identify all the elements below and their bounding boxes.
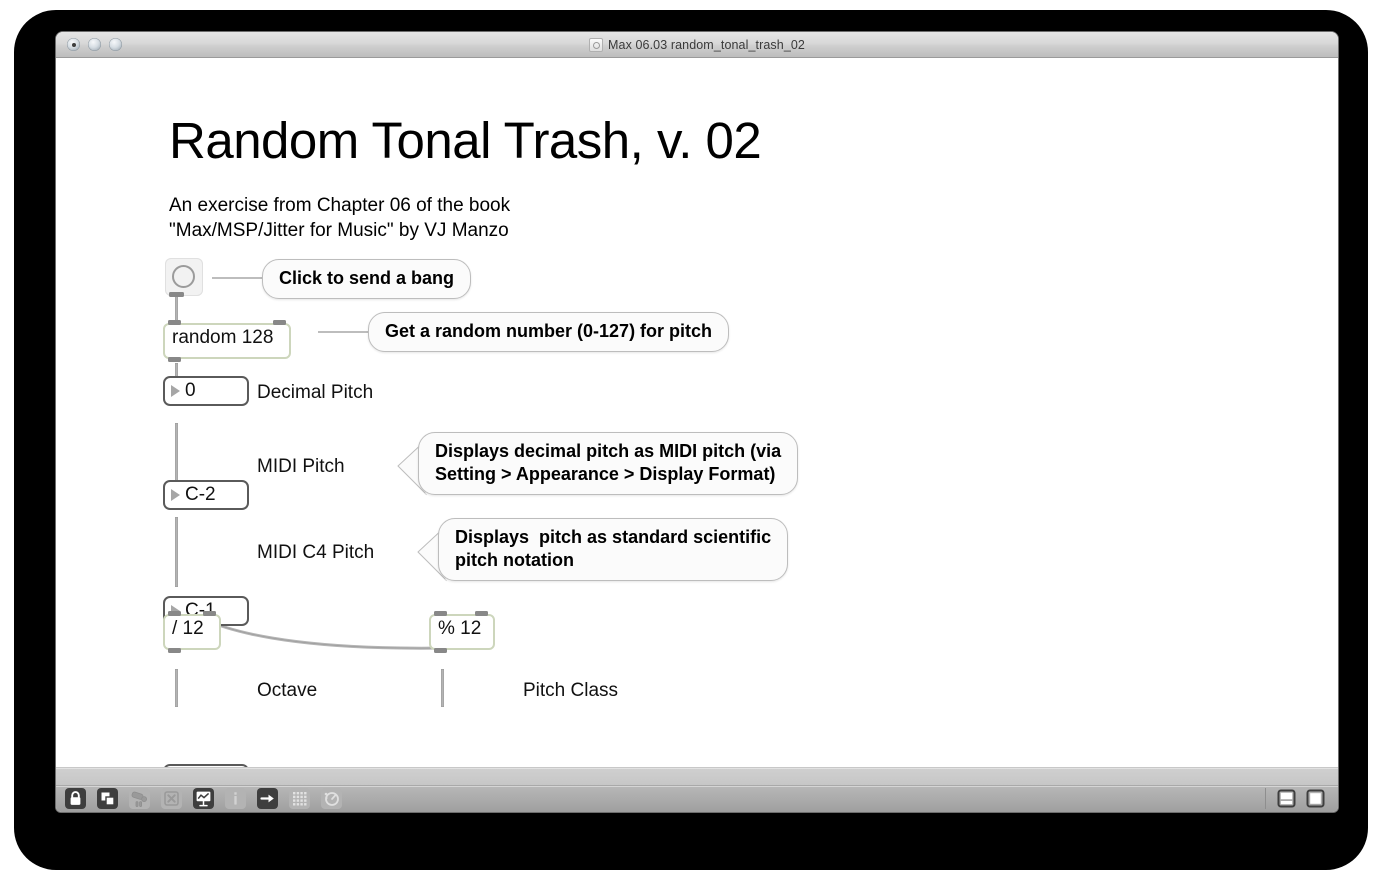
pitch-class-label: Pitch Class	[523, 680, 619, 701]
bang-comment: Click to send a bang	[262, 259, 472, 299]
cord-midi-to-c4	[175, 517, 178, 587]
random-inlet-left	[168, 320, 181, 325]
document-icon	[589, 37, 603, 52]
grid-icon[interactable]	[289, 788, 310, 809]
inlet-icon[interactable]	[257, 788, 278, 809]
random-outlet	[168, 357, 181, 362]
bang-outlet	[169, 292, 184, 297]
divide-inlet-left	[168, 611, 181, 616]
signal-scope-icon[interactable]	[193, 788, 214, 809]
window-title: Max 06.03 random_tonal_trash_02	[608, 37, 805, 52]
close-button[interactable]	[67, 38, 80, 51]
decimal-pitch-value: 0	[185, 380, 196, 401]
debug-icon[interactable]	[321, 788, 342, 809]
split-view-icon[interactable]	[1276, 788, 1297, 809]
midi-pitch-value: C-2	[185, 484, 216, 505]
c4-comment: Displays pitch as standard scientific pi…	[438, 518, 789, 581]
info-icon[interactable]	[225, 788, 246, 809]
midi-pitch-numberbox[interactable]: C-2	[163, 480, 249, 510]
midi-c4-pitch-label: MIDI C4 Pitch	[257, 542, 375, 563]
window-titlebar: Max 06.03 random_tonal_trash_02	[56, 32, 1338, 58]
divide-outlet	[168, 648, 181, 653]
toolbar-right-group	[1265, 788, 1326, 809]
presentation-icon[interactable]	[97, 788, 118, 809]
random-object[interactable]: random 128	[163, 323, 291, 359]
zoom-button[interactable]	[109, 38, 122, 51]
modulo-object[interactable]: % 12	[429, 614, 495, 650]
page-title: Random Tonal Trash, v. 02	[169, 112, 762, 169]
midi-comment: Displays decimal pitch as MIDI pitch (vi…	[418, 432, 799, 495]
cord-modulo-to-pitchclass	[441, 669, 444, 707]
decimal-pitch-label: Decimal Pitch	[257, 382, 374, 403]
lock-icon[interactable]	[65, 788, 86, 809]
telescope-icon[interactable]	[129, 788, 150, 809]
full-view-icon[interactable]	[1305, 788, 1326, 809]
screenshot-root: Max 06.03 random_tonal_trash_02 Random T…	[0, 0, 1394, 888]
x-box-icon[interactable]	[161, 788, 182, 809]
window-title-area: Max 06.03 random_tonal_trash_02	[56, 37, 1338, 52]
octave-label: Octave	[257, 680, 318, 701]
decimal-pitch-numberbox[interactable]: 0	[163, 376, 249, 406]
max-patcher-window: Max 06.03 random_tonal_trash_02 Random T…	[56, 32, 1338, 812]
random-inlet-right	[273, 320, 286, 325]
divide-inlet-right	[203, 611, 216, 616]
minimize-button[interactable]	[88, 38, 101, 51]
modulo-inlet-left	[434, 611, 447, 616]
random-comment: Get a random number (0-127) for pitch	[368, 312, 730, 352]
modulo-outlet	[434, 648, 447, 653]
page-subtitle: An exercise from Chapter 06 of the book …	[169, 195, 511, 241]
midi-pitch-label: MIDI Pitch	[257, 456, 345, 477]
bang-object[interactable]	[165, 258, 203, 296]
patcher-canvas[interactable]: Random Tonal Trash, v. 02 An exercise fr…	[56, 58, 1338, 768]
divide-object[interactable]: / 12	[163, 614, 221, 650]
toolbar-left-group	[65, 788, 342, 809]
patcher-toolbar	[56, 768, 1338, 812]
cord-divide-to-octave	[175, 669, 178, 707]
toolbar-divider	[56, 785, 1338, 786]
modulo-inlet-right	[475, 611, 488, 616]
